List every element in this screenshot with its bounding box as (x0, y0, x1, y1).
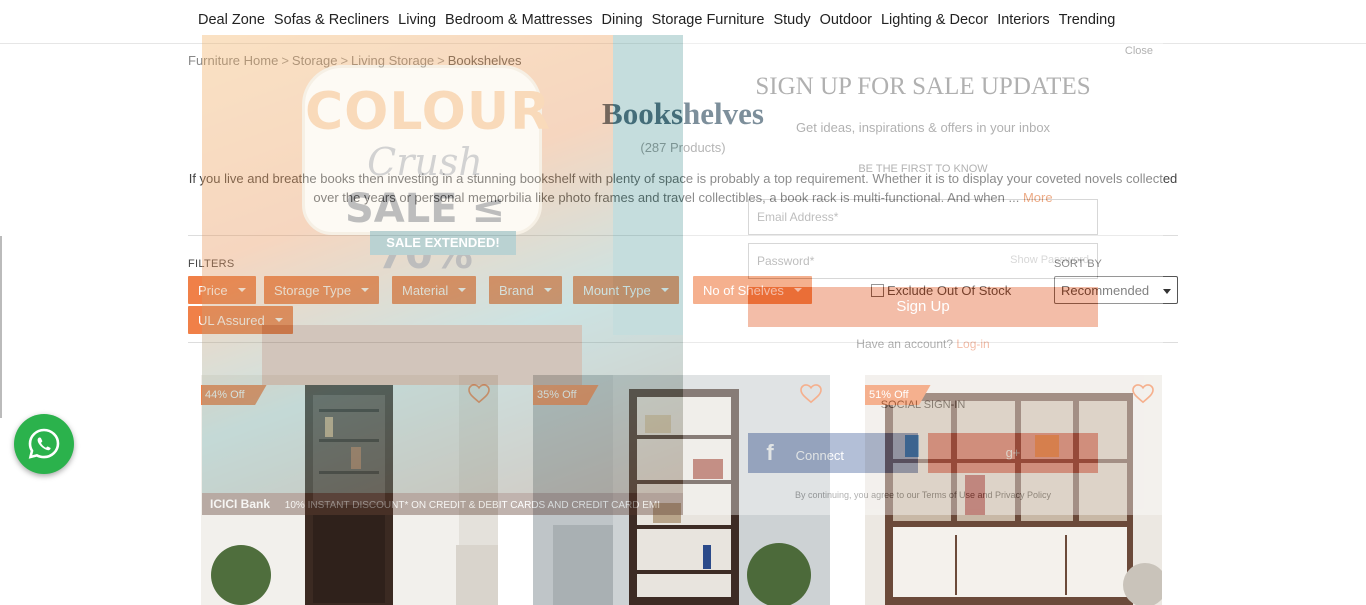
whatsapp-icon (28, 428, 60, 459)
breadcrumb-current: Bookshelves (447, 53, 522, 68)
product-card[interactable]: 51% Off (865, 375, 1162, 605)
more-link[interactable]: More (1023, 190, 1053, 205)
caret-down-icon (458, 288, 467, 292)
breadcrumb: Furniture Home > Storage > Living Storage > Bo… (188, 53, 521, 68)
caret-down-icon (1163, 289, 1171, 294)
divider-top (188, 235, 1178, 236)
popup-close-button[interactable]: Close (1125, 45, 1153, 57)
page-title: Bookshelves (602, 96, 764, 131)
nav-list: Deal Zone Sofas & Recliners Living Bedro… (198, 12, 1124, 28)
caret-down-icon (543, 288, 552, 292)
breadcrumb-separator: > (437, 53, 445, 68)
breadcrumb-storage[interactable]: Storage (292, 53, 338, 68)
nav-item-storage-furniture[interactable]: Storage Furniture (652, 12, 765, 28)
nav-item-trending[interactable]: Trending (1059, 12, 1116, 28)
filter-ul-assured-label: UL Assured (198, 312, 265, 328)
filter-material-label: Material (402, 282, 449, 298)
filter-no-of-shelves[interactable]: No of Shelves (693, 276, 812, 304)
filter-brand-label: Brand (499, 282, 534, 298)
filter-mount-type[interactable]: Mount Type (573, 276, 679, 304)
filter-mount-type-label: Mount Type (583, 282, 651, 298)
nav-item-bedroom-mattresses[interactable]: Bedroom & Mattresses (445, 12, 592, 28)
password-field[interactable]: Password* Show Password (748, 243, 1098, 279)
product-count: (287 Products) (640, 140, 726, 155)
product-image (201, 375, 498, 605)
product-card[interactable]: 44% Off (201, 375, 498, 605)
caret-down-icon (361, 288, 370, 292)
whatsapp-button[interactable] (14, 414, 74, 474)
caret-down-icon (660, 288, 669, 292)
exclude-out-of-stock[interactable]: Exclude Out Of Stock (871, 283, 1011, 298)
side-scroll-indicator (0, 236, 2, 418)
breadcrumb-separator: > (281, 53, 289, 68)
caret-down-icon (237, 288, 246, 292)
top-navigation: Deal Zone Sofas & Recliners Living Bedro… (0, 0, 1366, 44)
breadcrumb-separator: > (340, 53, 349, 68)
sort-by-label: SORT BY (1054, 258, 1102, 270)
have-account-label: Have an account? (856, 337, 954, 351)
filter-price-label: Price (198, 282, 228, 298)
discount-badge: 51% Off (865, 385, 931, 405)
nav-item-living[interactable]: Living (398, 12, 436, 28)
discount-badge: 35% Off (533, 385, 599, 405)
caret-down-icon (274, 318, 283, 322)
product-image (865, 375, 1162, 605)
breadcrumb-furniture-home[interactable]: Furniture Home (188, 53, 278, 68)
product-image (533, 375, 830, 605)
filter-no-of-shelves-label: No of Shelves (703, 282, 784, 298)
heart-icon[interactable] (800, 384, 822, 404)
password-placeholder: Password* (757, 254, 815, 268)
filter-storage-type[interactable]: Storage Type (264, 276, 380, 304)
nav-item-dining[interactable]: Dining (602, 12, 643, 28)
breadcrumb-living-storage[interactable]: Living Storage (351, 53, 434, 68)
sort-selected-value: Recommended (1061, 282, 1150, 298)
filter-price[interactable]: Price (188, 276, 256, 304)
caret-down-icon (793, 288, 802, 292)
filter-material[interactable]: Material (392, 276, 477, 304)
product-card[interactable]: 35% Off (533, 375, 830, 605)
login-link[interactable]: Log-in (956, 337, 989, 351)
heart-icon[interactable] (1132, 384, 1154, 404)
discount-badge: 44% Off (201, 385, 267, 405)
filters-label: FILTERS (188, 258, 235, 270)
have-account-text: Have an account? Log-in (683, 337, 1163, 351)
divider-bottom (188, 342, 1178, 343)
category-description: If you live and breathe books then inves… (188, 169, 1178, 207)
exclude-out-of-stock-label: Exclude Out Of Stock (887, 283, 1012, 298)
filter-storage-type-label: Storage Type (274, 282, 352, 298)
nav-item-outdoor[interactable]: Outdoor (820, 12, 872, 28)
nav-item-interiors[interactable]: Interiors (997, 12, 1049, 28)
email-placeholder: Email Address* (757, 210, 839, 224)
nav-item-lighting-decor[interactable]: Lighting & Decor (881, 12, 988, 28)
filter-ul-assured[interactable]: UL Assured (188, 306, 293, 334)
nav-item-sofas-recliners[interactable]: Sofas & Recliners (274, 12, 389, 28)
sort-select[interactable]: Recommended (1054, 276, 1178, 304)
heart-icon[interactable] (468, 384, 490, 404)
nav-item-study[interactable]: Study (773, 12, 810, 28)
filter-brand[interactable]: Brand (489, 276, 562, 304)
exclude-out-of-stock-checkbox[interactable] (871, 284, 884, 297)
nav-item-deal-zone[interactable]: Deal Zone (198, 12, 265, 28)
